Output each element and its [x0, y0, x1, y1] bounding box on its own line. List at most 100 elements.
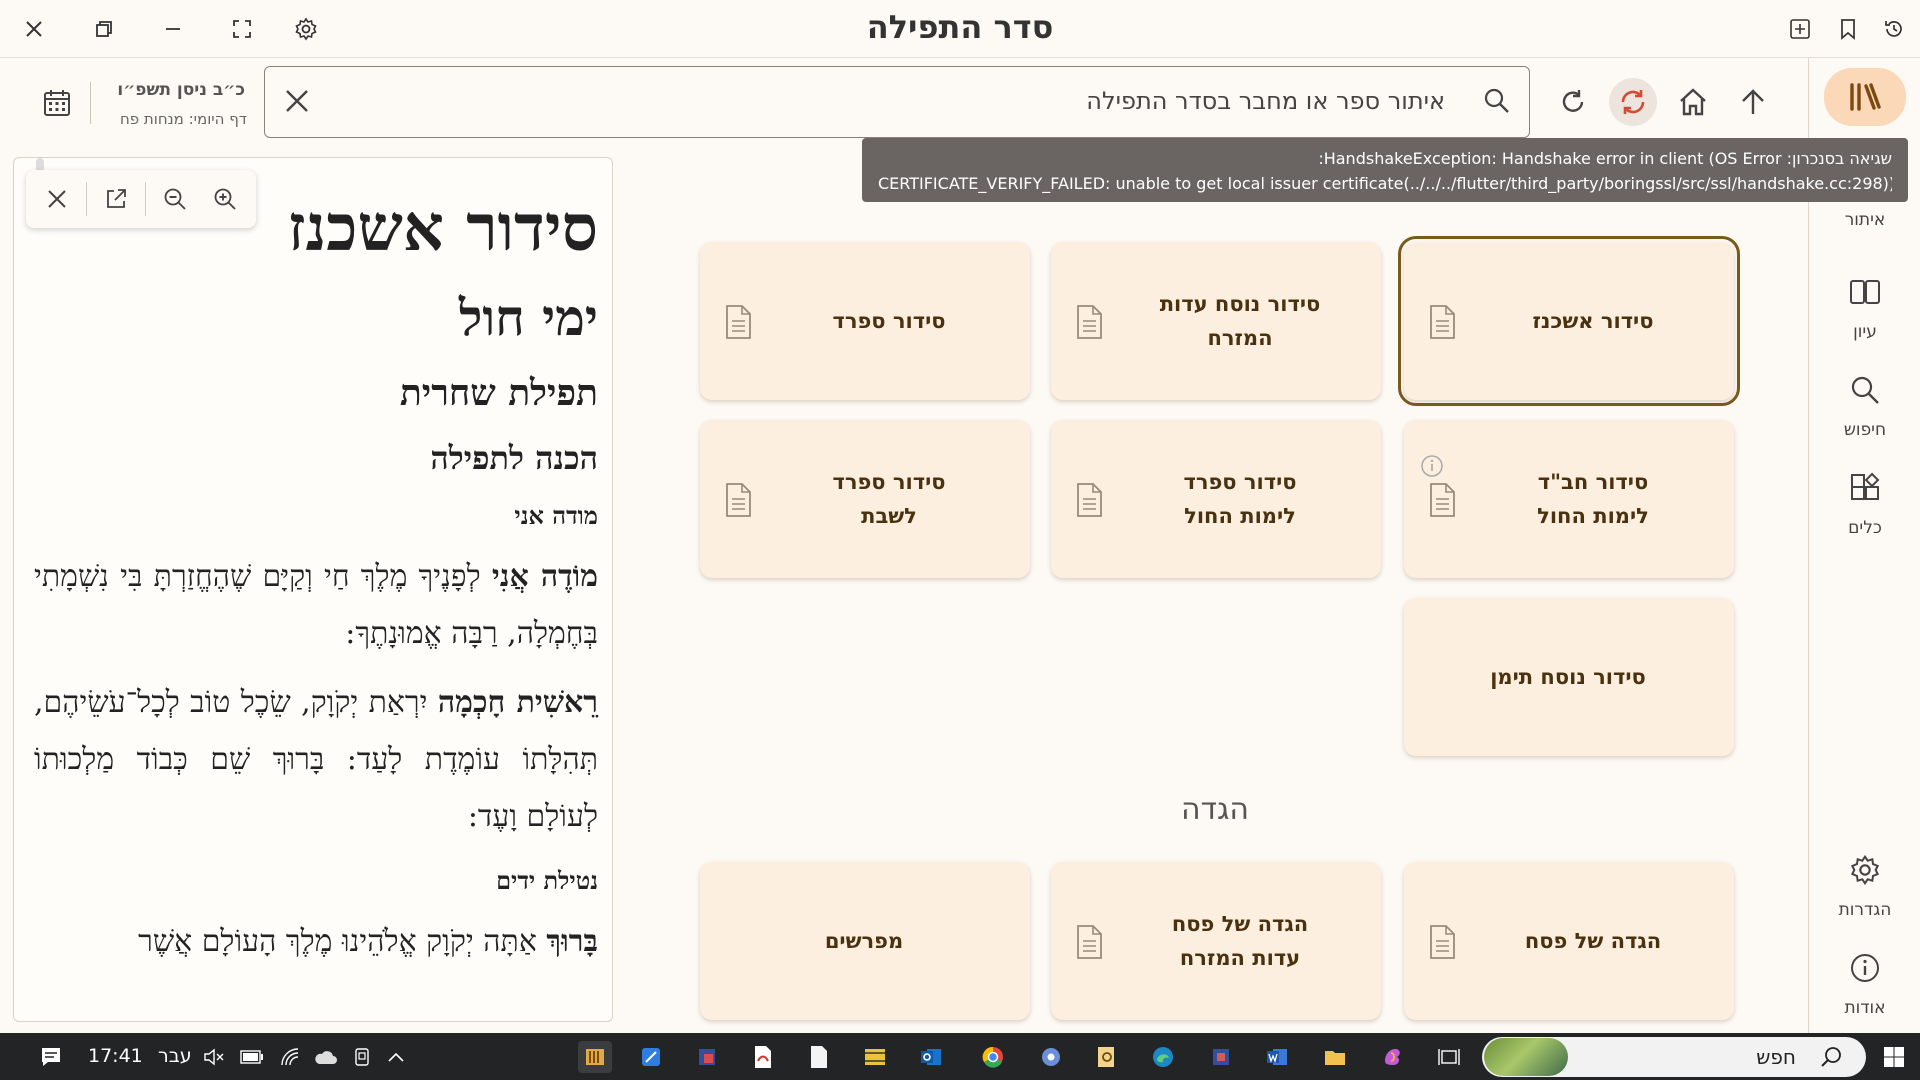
volume-button[interactable]: [200, 1041, 228, 1073]
paragraph-heading: מודה אני: [514, 501, 598, 530]
book-card-siddur-edot-hamizrach[interactable]: סידור נוסח עדות המזרח: [1051, 242, 1381, 400]
book-card-siddur-chabad-weekday[interactable]: סידור חב"ד לימות החול: [1404, 420, 1734, 578]
sync-button[interactable]: [1609, 78, 1657, 126]
new-tab-button[interactable]: [1782, 12, 1818, 46]
rail-label-settings: הגדרות: [1838, 900, 1892, 920]
taskbar-app-notepad[interactable]: [802, 1041, 836, 1073]
taskbar-app-settings[interactable]: [1034, 1041, 1068, 1073]
taskbar-app-explorer[interactable]: [1318, 1041, 1352, 1073]
settings-button[interactable]: [288, 12, 324, 46]
taskbar-app-chrome[interactable]: [976, 1041, 1010, 1073]
up-button[interactable]: [1729, 78, 1777, 126]
rail-item-tools[interactable]: כלים: [1809, 466, 1920, 538]
book-card-siddur-teiman[interactable]: סידור נוסח תימן: [1404, 598, 1734, 756]
prayer-text-opening: רֵאשִׁית חָכְמָה: [437, 685, 598, 720]
book-card-siddur-ashkenaz[interactable]: סידור אשכנז: [1398, 236, 1740, 406]
rail-item-study[interactable]: עיון: [1809, 270, 1920, 342]
taskbar-app-film[interactable]: [858, 1041, 892, 1073]
taskbar-task-view[interactable]: [1432, 1041, 1466, 1073]
taskbar-app-edge[interactable]: [1146, 1041, 1180, 1073]
notifications-button[interactable]: [34, 1041, 68, 1073]
search-input[interactable]: [335, 81, 1445, 121]
taskbar-search[interactable]: חפש: [1482, 1037, 1866, 1077]
section-heading-hagada: הגדה: [1181, 792, 1249, 827]
chrome-icon: [982, 1046, 1003, 1068]
close-icon: [26, 21, 42, 37]
document-icon: [726, 483, 751, 517]
minimize-window-button[interactable]: [155, 12, 191, 46]
taskbar-app-word[interactable]: [1260, 1041, 1294, 1073]
book-card-meforshim[interactable]: מפרשים: [700, 862, 1030, 1020]
book-card-hagada-shel-pesach[interactable]: הגדה של פסח: [1404, 862, 1734, 1020]
taskbar-app-search-tool[interactable]: [1090, 1041, 1124, 1073]
book-card-title: הגדה של פסח: [1524, 929, 1662, 953]
book-card-siddur-sefard-weekday[interactable]: סידור ספרד לימות החול: [1051, 420, 1381, 578]
bookmark-icon: [1841, 19, 1855, 40]
app-icon: [1213, 1049, 1229, 1065]
rail-item-settings[interactable]: הגדרות: [1809, 848, 1920, 920]
zoom-in-button[interactable]: [204, 178, 246, 220]
paragraph-heading: נטילת ידים: [496, 866, 598, 895]
edge-icon: [1153, 1047, 1173, 1067]
taskbar-search-label: חפש: [1756, 1045, 1796, 1069]
taskbar-app-dev[interactable]: [690, 1041, 724, 1073]
rail-item-search[interactable]: חיפוש: [1809, 368, 1920, 440]
history-icon: [1885, 21, 1902, 37]
prayer-text-opening: מוֹדֶה אֲנִי: [491, 559, 598, 594]
language-indicator[interactable]: עבר: [158, 1045, 192, 1067]
book-open-icon: [1833, 270, 1897, 314]
taskbar-app-copilot[interactable]: [1376, 1041, 1410, 1073]
onedrive-button[interactable]: [310, 1041, 342, 1073]
document-icon: [1077, 483, 1102, 517]
book-card-title: הגדה של פסח עדות המזרח: [1171, 912, 1309, 970]
prayer-text-body: אַתָּה יְקֹוָק אֱלֹהֵינוּ מֶלֶךְ הָעוֹלָ…: [138, 924, 547, 959]
bookmarks-button[interactable]: [1830, 12, 1866, 46]
rail-item-library[interactable]: ספריה: [1809, 68, 1920, 144]
book-card-title: מפרשים: [824, 929, 904, 953]
close-reader-button[interactable]: [36, 178, 78, 220]
books-app-icon: [586, 1049, 604, 1065]
refresh-button[interactable]: [1549, 78, 1597, 126]
taskbar-app-otzaria[interactable]: [578, 1041, 612, 1073]
info-icon[interactable]: [1420, 454, 1444, 478]
book-card-title: סידור אשכנז: [1532, 309, 1654, 333]
open-external-button[interactable]: [95, 178, 137, 220]
tooltip-line-2: CERTIFICATE_VERIFY_FAILED: unable to get…: [878, 174, 1892, 193]
prayer-text: רֵאשִׁית חָכְמָה יִרְאַת יְקֹוָק, שֵׂכֶל…: [34, 674, 598, 845]
rail-label-study: עיון: [1853, 322, 1877, 342]
pdf-icon: [755, 1046, 771, 1068]
zoom-out-button[interactable]: [154, 178, 196, 220]
battery-button[interactable]: [238, 1041, 266, 1073]
taskbar-app-outlook[interactable]: [914, 1041, 948, 1073]
document-icon: [1430, 925, 1455, 959]
taskbar-app-pdf[interactable]: [746, 1041, 780, 1073]
restore-window-button[interactable]: [86, 12, 122, 46]
clock[interactable]: 17:41: [88, 1045, 143, 1067]
rail-label-find: איתור: [1844, 210, 1886, 230]
book-card-title: סידור ספרד: [832, 309, 946, 333]
wifi-button[interactable]: [276, 1041, 304, 1073]
history-button[interactable]: [1876, 12, 1912, 46]
book-card-siddur-sefard-shabbat[interactable]: סידור ספרד לשבת: [700, 420, 1030, 578]
device-button[interactable]: [348, 1041, 376, 1073]
taskbar-app-blue[interactable]: [634, 1041, 668, 1073]
book-card-hagada-edot-hamizrach[interactable]: הגדה של פסח עדות המזרח: [1051, 862, 1381, 1020]
taskbar-app-tool[interactable]: [1204, 1041, 1238, 1073]
prayer-heading: תפילת שחרית: [399, 372, 598, 414]
search-clear-button[interactable]: [277, 81, 317, 121]
add-box-icon: [1790, 19, 1810, 39]
zoom-out-icon: [164, 188, 186, 210]
start-button[interactable]: [1876, 1041, 1912, 1073]
gear-icon: [1042, 1048, 1060, 1066]
book-card-siddur-sefard[interactable]: סידור ספרד: [700, 242, 1030, 400]
show-hidden-icons-button[interactable]: [382, 1041, 410, 1073]
volume-muted-icon: [204, 1048, 224, 1066]
tools-icon: [1833, 466, 1897, 510]
close-window-button[interactable]: [16, 12, 52, 46]
home-icon: [1680, 88, 1706, 116]
open-in-new-icon: [107, 189, 126, 208]
rail-item-about[interactable]: אודות: [1809, 946, 1920, 1018]
home-button[interactable]: [1669, 78, 1717, 126]
fullscreen-button[interactable]: [224, 12, 260, 46]
search-icon: [1821, 1047, 1841, 1067]
